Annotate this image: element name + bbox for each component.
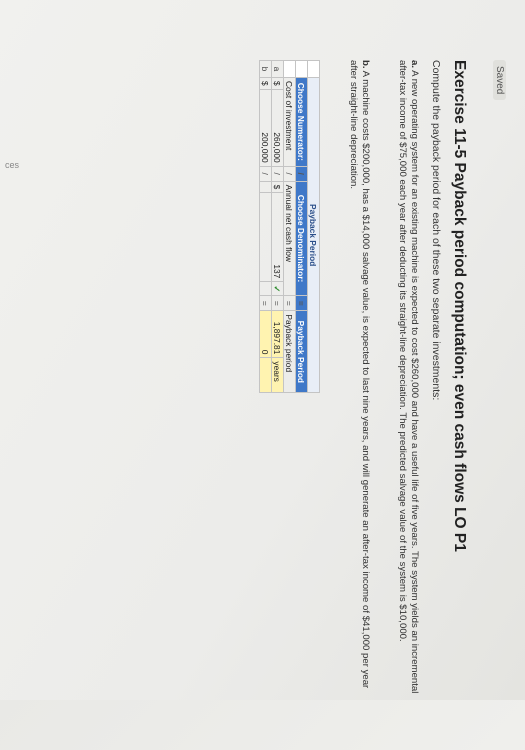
result-header: Payback Period bbox=[295, 310, 308, 393]
item-b-text: A machine costs $200,000, has a $14,000 … bbox=[348, 60, 371, 689]
currency-sign: $ bbox=[271, 181, 284, 193]
saved-status: Saved bbox=[493, 60, 506, 101]
denominator-header: Choose Denominator: bbox=[295, 181, 308, 296]
equals-header: = bbox=[295, 295, 308, 311]
payback-table: Payback Period Choose Numerator: / Choos… bbox=[259, 60, 320, 393]
exercise-title: Exercise 11-5 Payback period computation… bbox=[451, 60, 468, 552]
item-b: b. A machine costs $200,000, has a $14,0… bbox=[347, 60, 371, 700]
check-icon bbox=[259, 281, 272, 296]
equals-cell: = bbox=[259, 295, 272, 311]
item-a: a. A new operating system for an existin… bbox=[396, 60, 420, 700]
denominator-select[interactable]: Annual net cash flow bbox=[283, 181, 296, 296]
denominator-input[interactable] bbox=[259, 192, 272, 282]
currency-sign: $ bbox=[259, 77, 272, 90]
slash-header: / bbox=[295, 166, 308, 182]
item-b-letter: b. bbox=[360, 60, 371, 69]
currency-sign bbox=[259, 181, 272, 193]
row-label: a bbox=[271, 60, 284, 78]
edge-fragment-text: ces bbox=[5, 160, 20, 170]
result-label: Payback period bbox=[283, 310, 296, 393]
slash-cell: / bbox=[259, 166, 272, 182]
exercise-page: Saved Exercise 11-5 Payback period compu… bbox=[38, 60, 506, 750]
slash-cell: / bbox=[271, 166, 284, 182]
row-label: b bbox=[259, 60, 272, 78]
result-unit: years bbox=[271, 357, 284, 393]
denominator-input[interactable]: 137 bbox=[271, 192, 284, 282]
table-row: b $ 200,000 / = 0 bbox=[259, 60, 272, 393]
result-value: 0 bbox=[259, 310, 272, 358]
result-unit bbox=[259, 357, 272, 393]
numerator-input[interactable]: 260,000 bbox=[271, 89, 284, 167]
numerator-select[interactable]: Cost of investment bbox=[283, 77, 296, 167]
result-value: 1,897.81 bbox=[271, 310, 284, 358]
table-row: a $ 260,000 / $ 137 ✓ = 1,897.81 years bbox=[271, 60, 284, 393]
equals-cell: = bbox=[283, 295, 296, 311]
check-icon: ✓ bbox=[271, 281, 284, 296]
numerator-header: Choose Numerator: bbox=[295, 77, 308, 167]
currency-sign: $ bbox=[271, 77, 284, 90]
table-title: Payback Period bbox=[307, 77, 320, 393]
item-a-text: A new operating system for an existing m… bbox=[397, 60, 420, 694]
slash-cell: / bbox=[283, 166, 296, 182]
item-a-letter: a. bbox=[409, 60, 420, 69]
numerator-input[interactable]: 200,000 bbox=[259, 89, 272, 167]
instructions: Compute the payback period for each of t… bbox=[430, 60, 442, 401]
equals-cell: = bbox=[271, 295, 284, 311]
